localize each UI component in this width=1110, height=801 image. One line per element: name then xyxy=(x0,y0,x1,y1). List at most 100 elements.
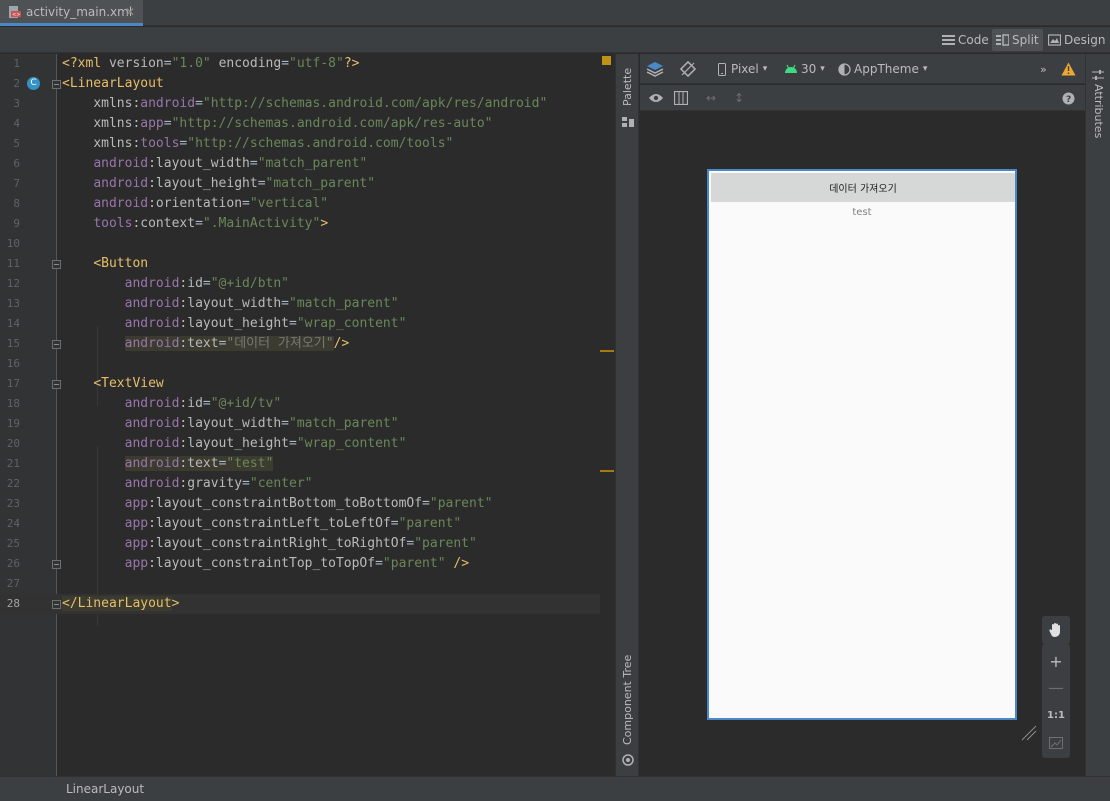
code-editor[interactable]: 1 <?xml version="1.0" encoding="utf-8"?> 2… xyxy=(0,54,614,776)
line-number: 20 xyxy=(6,437,20,450)
line-number: 24 xyxy=(6,517,20,530)
line-number: 8 xyxy=(13,197,20,210)
fold-toggle-icon[interactable] xyxy=(52,340,61,349)
help-icon[interactable]: ? xyxy=(1062,89,1075,107)
preview-textview[interactable]: test xyxy=(709,207,1015,218)
code-line[interactable]: 13 android:layout_width="match_parent" xyxy=(0,294,614,314)
code-line[interactable]: 21 android:text="test" xyxy=(0,454,614,474)
code-line[interactable]: 11 <Button xyxy=(0,254,614,274)
line-number: 26 xyxy=(6,557,20,570)
design-toolbar: Pixel ▾ 30 ▾ AppTheme ▾ » xyxy=(640,54,1085,84)
code-line[interactable]: 8 android:orientation="vertical" xyxy=(0,194,614,214)
code-line[interactable]: 27 xyxy=(0,574,614,594)
warning-marker[interactable] xyxy=(600,470,614,472)
code-line[interactable]: 25 app:layout_constraintRight_toRightOf=… xyxy=(0,534,614,554)
line-number: 4 xyxy=(13,117,20,130)
preview-button[interactable]: 데이터 가져오기 xyxy=(711,173,1015,202)
horizontal-arrows-icon[interactable]: ↔ xyxy=(706,89,716,107)
code-line[interactable]: 26 app:layout_constraintTop_toTopOf="par… xyxy=(0,554,614,574)
line-number: 23 xyxy=(6,497,20,510)
android-icon xyxy=(785,64,797,73)
code-text: android:id="@+id/tv" xyxy=(124,396,282,411)
editor-tab-bar: <> activity_main.xml ✕ xyxy=(0,0,1110,26)
inspection-indicator[interactable] xyxy=(602,56,611,65)
code-line[interactable]: 3 xmlns:android="http://schemas.android.… xyxy=(0,94,614,114)
code-line[interactable]: 28 </LinearLayout> xyxy=(0,594,614,614)
more-icon[interactable]: » xyxy=(1040,60,1047,78)
code-line[interactable]: 4 xmlns:app="http://schemas.android.com/… xyxy=(0,114,614,134)
theme-selector[interactable]: AppTheme ▾ xyxy=(838,60,927,78)
api-selector[interactable]: 30 ▾ xyxy=(784,60,825,78)
error-stripe[interactable] xyxy=(600,54,614,776)
split-mode-button[interactable]: Split xyxy=(992,29,1043,51)
component-tree-tab[interactable]: Component Tree xyxy=(621,655,634,745)
attributes-tab[interactable]: Attributes xyxy=(1092,84,1105,138)
code-line[interactable]: 17 <TextView xyxy=(0,374,614,394)
code-line[interactable]: 22 android:gravity="center" xyxy=(0,474,614,494)
palette-tab[interactable]: Palette xyxy=(621,68,634,106)
class-marker-icon[interactable]: C xyxy=(27,77,40,90)
code-line[interactable]: 14 android:layout_height="wrap_content" xyxy=(0,314,614,334)
code-line[interactable]: 6 android:layout_width="match_parent" xyxy=(0,154,614,174)
code-line[interactable]: 10 xyxy=(0,234,614,254)
line-number: 6 xyxy=(13,157,20,170)
code-line[interactable]: 16 xyxy=(0,354,614,374)
code-text: android:layout_width="match_parent" xyxy=(124,296,399,311)
code-line[interactable]: 24 app:layout_constraintLeft_toLeftOf="p… xyxy=(0,514,614,534)
eye-icon[interactable] xyxy=(648,89,664,107)
code-line[interactable]: 9 tools:context=".MainActivity"> xyxy=(0,214,614,234)
lines-icon xyxy=(942,35,955,45)
tab-activity-main[interactable]: <> activity_main.xml ✕ xyxy=(0,0,143,26)
code-line[interactable]: 7 android:layout_height="match_parent" xyxy=(0,174,614,194)
pan-button[interactable] xyxy=(1042,616,1070,644)
code-text: <Button xyxy=(93,256,149,271)
warning-icon[interactable] xyxy=(1061,60,1076,78)
code-line[interactable]: 1 <?xml version="1.0" encoding="utf-8"?> xyxy=(0,54,614,74)
device-selector[interactable]: Pixel ▾ xyxy=(718,60,767,78)
api-label: 30 xyxy=(801,62,817,76)
code-line[interactable]: 19 android:layout_width="match_parent" xyxy=(0,414,614,434)
code-line[interactable]: 23 app:layout_constraintBottom_toBottomO… xyxy=(0,494,614,514)
warning-marker[interactable] xyxy=(600,350,614,352)
close-icon[interactable]: ✕ xyxy=(125,5,135,19)
phone-icon xyxy=(718,62,726,76)
fold-toggle-icon[interactable] xyxy=(52,80,61,89)
code-line[interactable]: 20 android:layout_height="wrap_content" xyxy=(0,434,614,454)
code-line[interactable]: 12 android:id="@+id/btn" xyxy=(0,274,614,294)
plus-icon[interactable]: + xyxy=(1042,652,1070,671)
code-line[interactable]: 2 C <LinearLayout xyxy=(0,74,614,94)
attributes-icon xyxy=(1092,66,1104,85)
device-preview[interactable]: 데이터 가져오기 test xyxy=(707,169,1017,720)
rotate-icon[interactable] xyxy=(680,60,696,78)
svg-text:?: ? xyxy=(1066,95,1071,105)
fold-toggle-icon[interactable] xyxy=(52,380,61,389)
fold-toggle-icon[interactable] xyxy=(52,560,61,569)
code-line[interactable]: 15 android:text="데이터 가져오기"/> xyxy=(0,334,614,354)
code-text: xmlns:app="http://schemas.android.com/ap… xyxy=(93,116,493,131)
line-number: 1 xyxy=(13,57,20,70)
code-text: app:layout_constraintBottom_toBottomOf="… xyxy=(124,496,493,511)
line-number: 28 xyxy=(6,597,20,610)
breadcrumb[interactable]: LinearLayout xyxy=(66,782,144,796)
zoom-one-to-one-button[interactable]: 1:1 xyxy=(1042,710,1070,721)
right-tool-strip: Attributes xyxy=(1085,54,1110,776)
line-number: 10 xyxy=(6,237,20,250)
line-number: 22 xyxy=(6,477,20,490)
minus-icon[interactable]: — xyxy=(1042,678,1070,697)
layers-icon[interactable] xyxy=(646,60,664,78)
fold-toggle-icon[interactable] xyxy=(52,260,61,269)
fold-toggle-icon[interactable] xyxy=(52,600,61,609)
fit-screen-icon[interactable] xyxy=(1042,734,1070,753)
design-mode-button[interactable]: Design xyxy=(1044,29,1109,51)
line-number: 19 xyxy=(6,417,20,430)
resize-icon[interactable] xyxy=(1020,724,1038,746)
blueprint-icon[interactable] xyxy=(674,89,688,107)
vertical-arrows-icon[interactable]: ↕ xyxy=(734,89,744,107)
design-mode-label: Design xyxy=(1064,33,1106,47)
code-line[interactable]: 5 xmlns:tools="http://schemas.android.co… xyxy=(0,134,614,154)
code-line[interactable]: 18 android:id="@+id/tv" xyxy=(0,394,614,414)
code-mode-button[interactable]: Code xyxy=(938,29,993,51)
code-text: <LinearLayout xyxy=(62,76,164,91)
code-text: xmlns:tools="http://schemas.android.com/… xyxy=(93,136,454,151)
design-surface[interactable]: Pixel ▾ 30 ▾ AppTheme ▾ » ↔ ↕ ? 데이터 가져오기… xyxy=(640,54,1085,776)
